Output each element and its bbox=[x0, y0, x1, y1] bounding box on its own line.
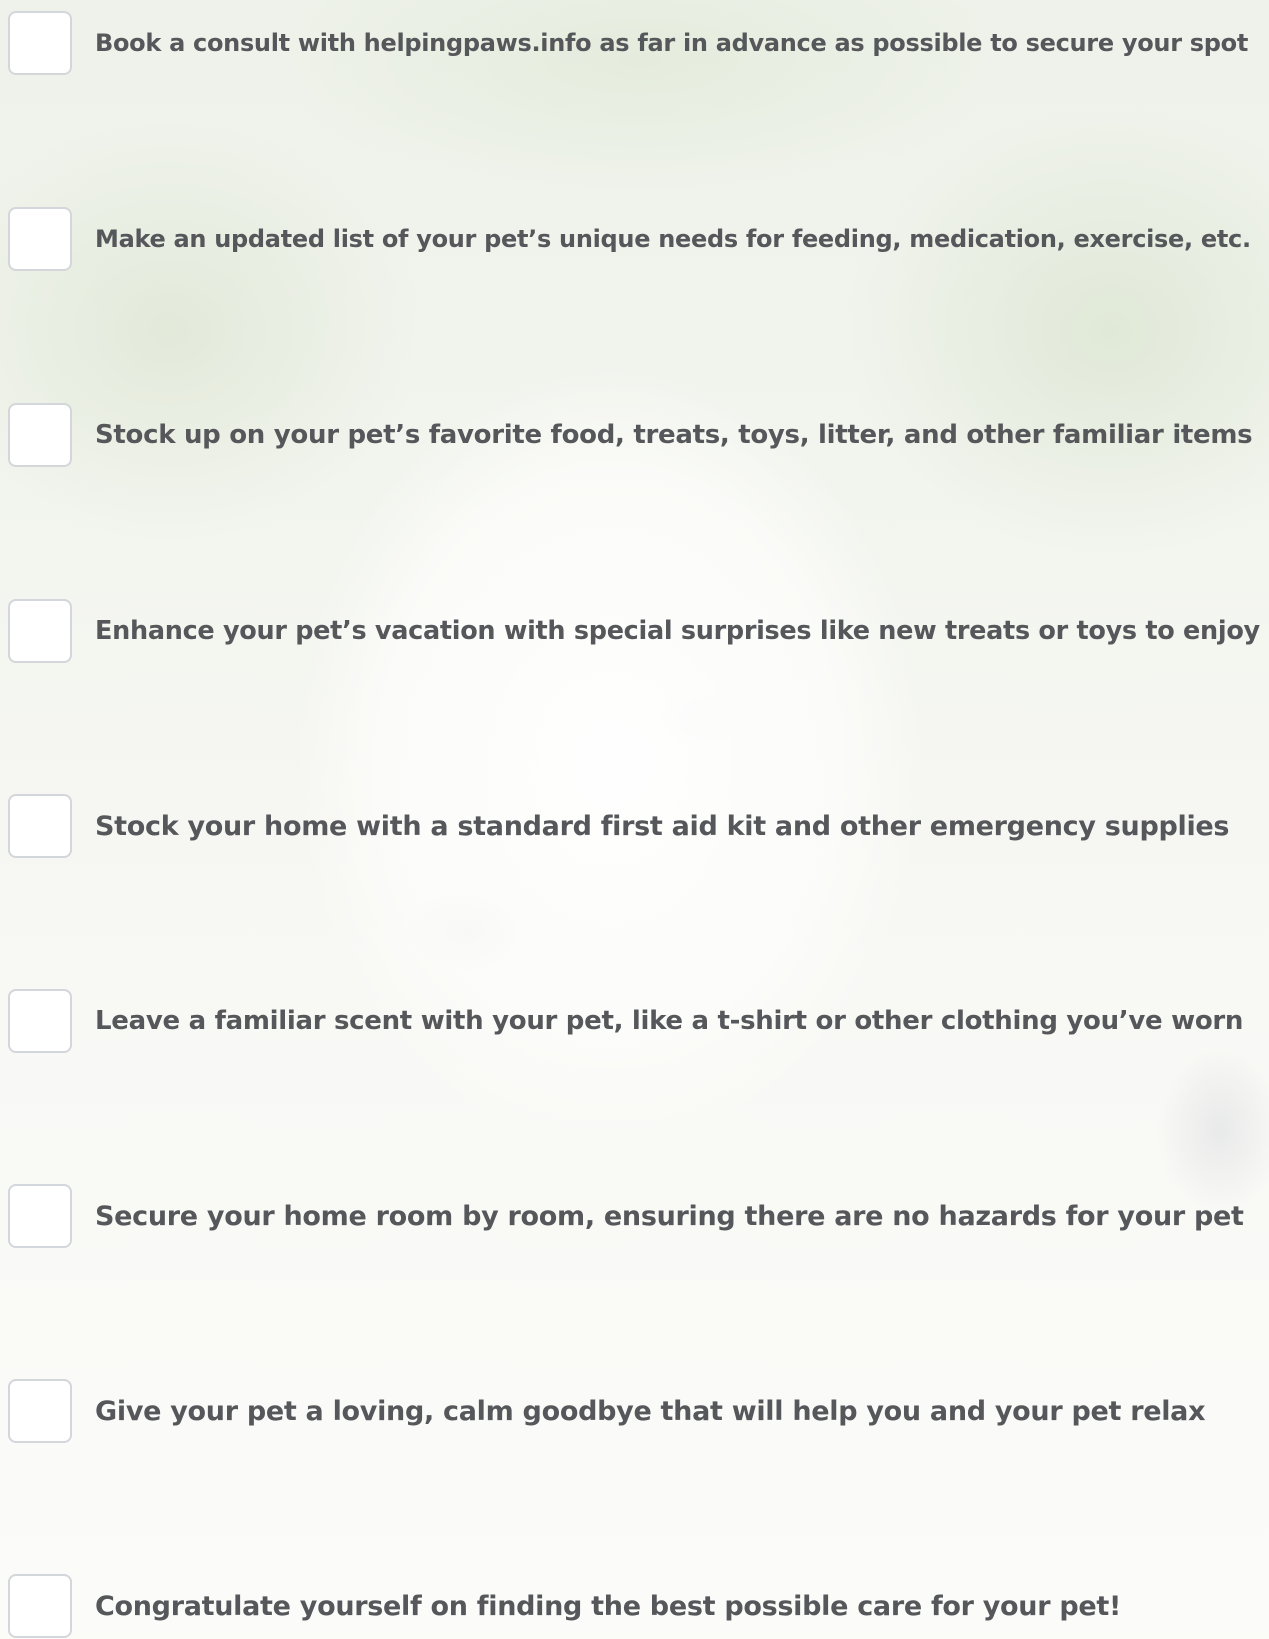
checklist-item: Enhance your pet’s vacation with special… bbox=[0, 598, 1269, 664]
checklist-item: Leave a familiar scent with your pet, li… bbox=[0, 988, 1269, 1054]
checkbox[interactable] bbox=[8, 1574, 72, 1638]
checklist: Book a consult with helpingpaws.info as … bbox=[0, 0, 1269, 1638]
checklist-item: Make an updated list of your pet’s uniqu… bbox=[0, 206, 1269, 272]
checklist-item: Secure your home room by room, ensuring … bbox=[0, 1183, 1269, 1249]
checklist-item: Give your pet a loving, calm goodbye tha… bbox=[0, 1378, 1269, 1444]
checkbox[interactable] bbox=[8, 207, 72, 271]
checkbox[interactable] bbox=[8, 989, 72, 1053]
checkbox[interactable] bbox=[8, 403, 72, 467]
checklist-item-label: Secure your home room by room, ensuring … bbox=[95, 1200, 1244, 1232]
checklist-item-label: Stock up on your pet’s favorite food, tr… bbox=[95, 420, 1253, 450]
checklist-item-label: Congratulate yourself on finding the bes… bbox=[95, 1590, 1121, 1622]
checkbox[interactable] bbox=[8, 1184, 72, 1248]
checkbox[interactable] bbox=[8, 794, 72, 858]
checkbox[interactable] bbox=[8, 599, 72, 663]
checklist-item: Book a consult with helpingpaws.info as … bbox=[0, 10, 1269, 76]
checklist-item-label: Stock your home with a standard first ai… bbox=[95, 810, 1230, 842]
checklist-item-label: Leave a familiar scent with your pet, li… bbox=[95, 1006, 1244, 1036]
checkbox[interactable] bbox=[8, 11, 72, 75]
checklist-item: Congratulate yourself on finding the bes… bbox=[0, 1573, 1269, 1639]
checklist-item: Stock up on your pet’s favorite food, tr… bbox=[0, 402, 1269, 468]
checklist-item-label: Book a consult with helpingpaws.info as … bbox=[95, 29, 1249, 57]
checklist-item: Stock your home with a standard first ai… bbox=[0, 793, 1269, 859]
checklist-item-label: Give your pet a loving, calm goodbye tha… bbox=[95, 1395, 1206, 1427]
checkbox[interactable] bbox=[8, 1379, 72, 1443]
checklist-item-label: Enhance your pet’s vacation with special… bbox=[95, 616, 1260, 646]
checklist-item-label: Make an updated list of your pet’s uniqu… bbox=[95, 225, 1251, 253]
